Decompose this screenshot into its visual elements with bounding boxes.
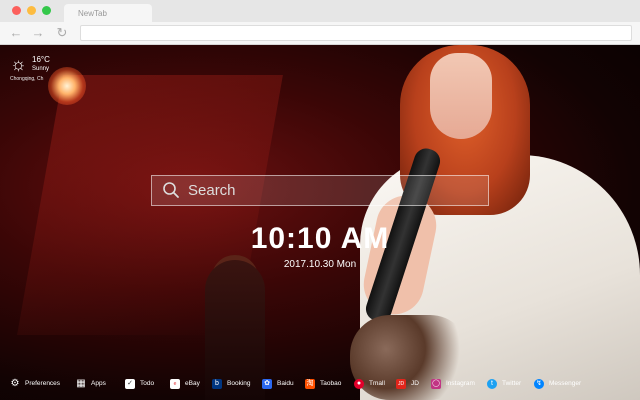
search-icon[interactable] bbox=[162, 181, 180, 199]
taobao-icon: 淘 bbox=[305, 379, 315, 389]
search-box[interactable] bbox=[151, 175, 489, 206]
weather-temperature: 16°C bbox=[32, 55, 50, 64]
maximize-window-button[interactable] bbox=[42, 6, 51, 15]
shortcut-label: Baidu bbox=[277, 380, 294, 387]
checkbox-icon: ✓ bbox=[125, 379, 135, 389]
shortcut-booking[interactable]: b Booking bbox=[212, 376, 251, 392]
baidu-icon: ✿ bbox=[262, 379, 272, 389]
weather-condition: Sunny bbox=[32, 66, 50, 72]
gear-icon: ⚙ bbox=[10, 378, 20, 389]
weather-location: Chongqing, Ch bbox=[10, 76, 44, 82]
booking-icon: b bbox=[212, 379, 222, 389]
bottom-shortcut-bar: ⚙ Preferences ▦ Apps ✓ Todo e eBay b Booking … bbox=[0, 372, 640, 396]
shortcut-label: Preferences bbox=[25, 380, 61, 387]
shortcut-label: Twitter bbox=[502, 380, 522, 387]
messenger-icon: ↯ bbox=[534, 379, 544, 389]
shortcut-label: Apps bbox=[91, 380, 106, 387]
singer-face bbox=[430, 53, 492, 139]
shortcut-twitter[interactable]: t Twitter bbox=[487, 376, 521, 392]
arrow-left-icon[interactable]: ← bbox=[8, 25, 24, 41]
browser-chrome: NewTab ← → ↻ bbox=[0, 0, 640, 45]
shortcut-instagram[interactable]: ◯ Instagram bbox=[431, 376, 475, 392]
grid-icon: ▦ bbox=[76, 378, 86, 389]
tmall-icon: ● bbox=[354, 379, 364, 389]
shortcut-label: JD bbox=[411, 380, 419, 387]
shortcut-tmall[interactable]: ● Tmall bbox=[354, 376, 385, 392]
shortcut-label: Todo bbox=[140, 380, 155, 387]
shortcut-baidu[interactable]: ✿ Baidu bbox=[262, 376, 294, 392]
tab-newtab[interactable]: NewTab bbox=[64, 4, 152, 22]
ebay-icon: e bbox=[170, 379, 180, 389]
shortcut-jd[interactable]: JD JD bbox=[396, 376, 419, 392]
jd-icon: JD bbox=[396, 379, 406, 389]
tab-bar: NewTab bbox=[0, 0, 640, 22]
clock-date: 2017.10.30 Mon bbox=[283, 259, 357, 270]
shortcut-label: Messenger bbox=[549, 380, 582, 387]
shortcut-preferences[interactable]: ⚙ Preferences bbox=[10, 376, 61, 392]
twitter-icon: t bbox=[487, 379, 497, 389]
reload-icon[interactable]: ↻ bbox=[54, 25, 70, 41]
shortcut-label: eBay bbox=[185, 380, 200, 387]
stage-spotlight bbox=[48, 67, 86, 105]
sun-icon: ☼ bbox=[10, 54, 27, 74]
shortcut-label: Instagram bbox=[446, 380, 475, 387]
shortcut-messenger[interactable]: ↯ Messenger bbox=[534, 376, 581, 392]
shortcut-label: Booking bbox=[227, 380, 251, 387]
shortcut-taobao[interactable]: 淘 Taobao bbox=[305, 376, 341, 392]
shortcut-todo[interactable]: ✓ Todo bbox=[125, 376, 154, 392]
shortcut-label: Tmall bbox=[369, 380, 385, 387]
search-input[interactable] bbox=[188, 176, 478, 205]
close-window-button[interactable] bbox=[12, 6, 21, 15]
arrow-right-icon[interactable]: → bbox=[30, 25, 46, 41]
instagram-icon: ◯ bbox=[431, 379, 441, 389]
shortcut-label: Taobao bbox=[320, 380, 342, 387]
shortcut-ebay[interactable]: e eBay bbox=[170, 376, 200, 392]
navigation-bar: ← → ↻ bbox=[0, 22, 640, 45]
tab-title: NewTab bbox=[78, 9, 107, 18]
clock-time: 10:10 AM bbox=[250, 222, 390, 255]
minimize-window-button[interactable] bbox=[27, 6, 36, 15]
address-bar[interactable] bbox=[80, 25, 632, 41]
shortcut-apps[interactable]: ▦ Apps bbox=[76, 376, 106, 392]
